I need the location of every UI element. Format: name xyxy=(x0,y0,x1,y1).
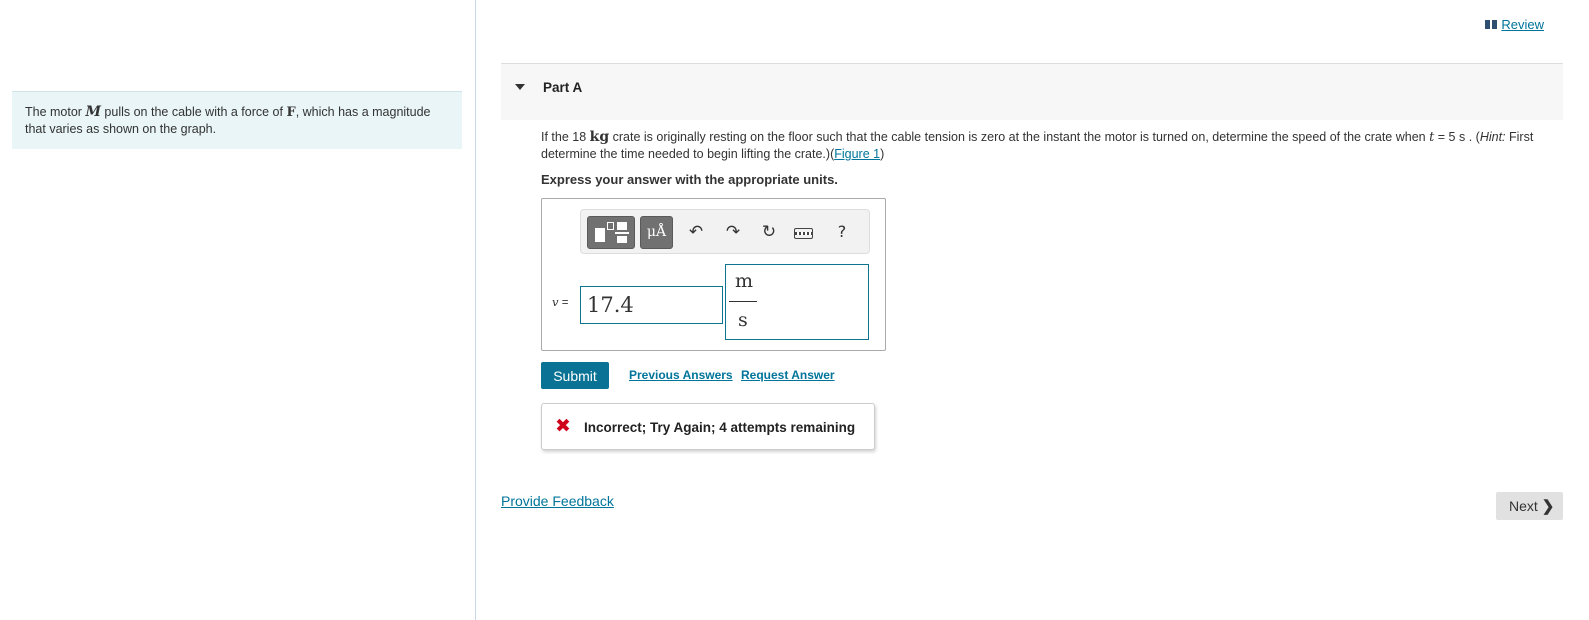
request-answer-link[interactable]: Request Answer xyxy=(741,368,835,382)
question-text-1: If the 18 xyxy=(541,130,590,144)
next-button[interactable]: Next ❯ xyxy=(1496,492,1563,520)
question-text-2: crate is originally resting on the floor… xyxy=(609,130,1430,144)
mass-unit: kg xyxy=(589,129,610,145)
previous-answers-link[interactable]: Previous Answers xyxy=(629,368,733,382)
time-value: = 5 s . ( xyxy=(1434,130,1480,144)
problem-intro: The motor M pulls on the cable with a fo… xyxy=(12,91,462,149)
answer-units-input[interactable]: m s xyxy=(725,264,869,340)
question-text: If the 18 kg crate is originally resting… xyxy=(541,129,1571,162)
template-fraction-bar-icon xyxy=(615,232,629,234)
part-a-header[interactable]: Part A xyxy=(501,64,1563,120)
left-pane: The motor M pulls on the cable with a fo… xyxy=(0,0,476,620)
book-icon xyxy=(1485,20,1498,29)
unit-fraction-bar xyxy=(729,301,757,302)
template-small-square-icon xyxy=(607,222,614,230)
intro-text-1: The motor xyxy=(25,105,86,119)
figure-1-link[interactable]: Figure 1 xyxy=(834,147,880,161)
undo-icon[interactable]: ↶ xyxy=(685,221,707,243)
unit-denominator: s xyxy=(738,309,748,331)
template-square-icon xyxy=(595,228,605,242)
template-denominator-icon xyxy=(617,236,627,243)
help-icon[interactable]: ? xyxy=(831,221,853,243)
part-title: Part A xyxy=(543,80,583,95)
incorrect-x-icon: ✖ xyxy=(555,415,571,437)
unit-numerator: m xyxy=(735,270,754,292)
answer-box: μÅ ↶ ↷ ↻ ? v = m s xyxy=(541,198,886,351)
provide-feedback-link[interactable]: Provide Feedback xyxy=(501,493,614,509)
next-label: Next xyxy=(1509,498,1538,514)
force-symbol: F xyxy=(286,105,296,120)
review-label: Review xyxy=(1501,17,1544,32)
collapse-arrow-icon[interactable] xyxy=(515,84,525,90)
redo-icon[interactable]: ↷ xyxy=(722,221,744,243)
close-paren: ) xyxy=(880,147,885,161)
template-numerator-icon xyxy=(617,222,627,230)
intro-text-2: pulls on the cable with a force of xyxy=(100,105,287,119)
equals-sign: = xyxy=(558,297,569,309)
templates-button[interactable] xyxy=(587,216,635,249)
math-toolbar: μÅ ↶ ↷ ↻ ? xyxy=(580,209,870,254)
answer-value-input[interactable] xyxy=(580,286,723,324)
submit-button[interactable]: Submit xyxy=(541,362,609,389)
feedback-message: Incorrect; Try Again; 4 attempts remaini… xyxy=(584,420,856,435)
motor-symbol: M xyxy=(85,104,101,120)
keyboard-icon[interactable] xyxy=(794,228,813,239)
units-button[interactable]: μÅ xyxy=(640,216,673,249)
answer-instruction: Express your answer with the appropriate… xyxy=(541,172,838,187)
review-link[interactable]: Review xyxy=(1485,17,1544,32)
reset-icon[interactable]: ↻ xyxy=(758,221,780,243)
feedback-box: ✖ Incorrect; Try Again; 4 attempts remai… xyxy=(541,403,875,450)
chevron-right-icon: ❯ xyxy=(1541,498,1555,515)
hint-label: Hint: xyxy=(1479,130,1506,144)
variable-label: v = xyxy=(552,295,568,309)
